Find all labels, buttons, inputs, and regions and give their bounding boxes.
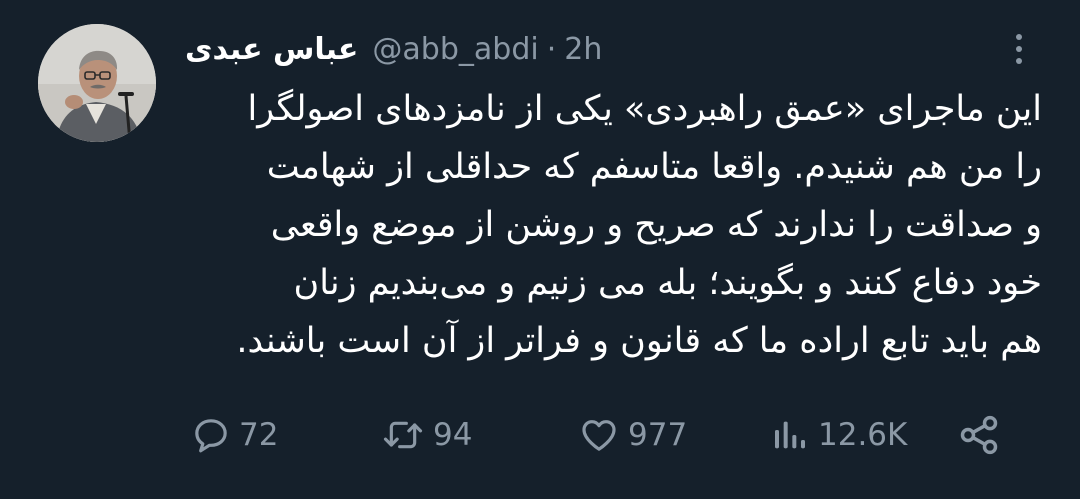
tweet-actions-bar: 72 94 977 12.6K <box>0 410 1080 460</box>
vertical-ellipsis-icon <box>1016 34 1022 40</box>
share-nodes-icon <box>957 413 1001 457</box>
tweet-text: این ماجرای «عمق راهبردی» یکی از نامزدهای… <box>180 80 1042 370</box>
tweet-card[interactable]: عباس عبدی @abb_abdi · 2h این ماجرای «عمق… <box>0 0 1080 499</box>
reply-count: 72 <box>239 417 279 453</box>
tweet-text-line: و صداقت را ندارند که صریح و روشن از موضع… <box>270 205 1042 245</box>
reply-button[interactable]: 72 <box>191 410 278 460</box>
speech-bubble-icon <box>191 415 231 455</box>
more-options-button[interactable] <box>1004 26 1034 72</box>
views-button[interactable]: 12.6K <box>770 410 907 460</box>
avatar[interactable] <box>38 24 156 142</box>
views-count: 12.6K <box>818 417 908 453</box>
avatar-photo <box>38 24 156 142</box>
tweet-text-line: خود دفاع کنند و بگویند؛ بله می زنیم و می… <box>293 263 1042 303</box>
tweet-text-line: را من هم شنیدم. واقعا متاسفم که حداقلی ا… <box>266 147 1042 187</box>
tweet-timestamp[interactable]: 2h <box>564 32 602 67</box>
like-count: 977 <box>628 417 688 453</box>
tweet-text-line: این ماجرای «عمق راهبردی» یکی از نامزدهای… <box>247 89 1042 129</box>
like-button[interactable]: 977 <box>578 410 687 460</box>
tweet-text-line: هم باید تابع اراده ما که قانون و فراتر ا… <box>236 321 1042 361</box>
header-separator: · <box>546 31 557 67</box>
retweet-arrows-icon <box>381 415 425 455</box>
share-button[interactable] <box>957 410 1001 460</box>
retweet-count: 94 <box>433 417 473 453</box>
tweet-header: عباس عبدی @abb_abdi · 2h <box>185 26 602 72</box>
author-handle[interactable]: @abb_abdi <box>372 32 538 67</box>
retweet-button[interactable]: 94 <box>381 410 472 460</box>
author-display-name[interactable]: عباس عبدی <box>185 32 358 67</box>
heart-icon <box>578 415 620 455</box>
bar-chart-icon <box>770 415 810 455</box>
